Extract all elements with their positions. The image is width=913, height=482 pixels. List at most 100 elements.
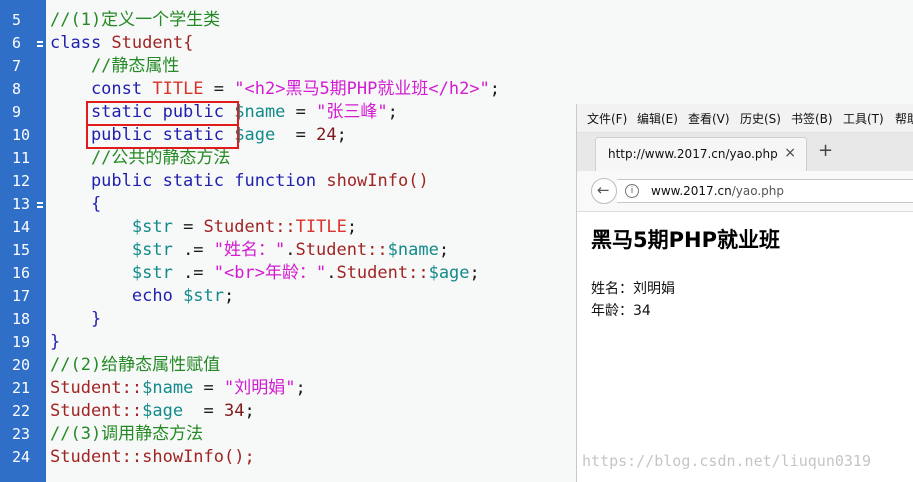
tab-title: http://www.2017.cn/yao.php (608, 147, 778, 161)
page-content: 黑马5期PHP就业班 姓名：刘明娟 年龄：34 (577, 212, 913, 482)
line-number: 18 (12, 310, 31, 328)
close-icon[interactable]: × (784, 145, 796, 161)
code-token: } (50, 332, 61, 352)
code-token: . (285, 240, 296, 260)
code-token: "<h2>黑马5期PHP就业班</h2>" (234, 79, 490, 99)
menu-item[interactable]: 历史(S) (740, 110, 781, 127)
code-token: $age (142, 401, 184, 421)
code-token: public static function (50, 171, 327, 191)
browser-tab[interactable]: http://www.2017.cn/yao.php × (595, 137, 807, 171)
code-line: //(2)给静态属性赋值 (50, 354, 220, 377)
browser-window: 文件(F) 编辑(E) 查看(V) 历史(S) 书签(B) 工具(T) 帮助 http://… (576, 104, 913, 482)
code-token: = (172, 217, 204, 237)
code-line: $str = Student::TITLE; (50, 216, 357, 239)
menu-item[interactable]: 书签(B) (791, 110, 833, 127)
code-token: Student:: (50, 378, 143, 398)
code-token: ; (346, 217, 358, 237)
code-token: $str (183, 286, 225, 306)
url-text: www.2017.cn/yao.php (651, 184, 784, 198)
code-token: "<br>年龄：" (213, 263, 327, 283)
new-tab-button[interactable]: + (818, 142, 833, 160)
line-number: 13 (0, 193, 46, 216)
code-token: Student:: (295, 240, 388, 260)
code-line: //(3)调用静态方法 (50, 423, 203, 446)
code-line: Student::$name = "刘明娟"; (50, 377, 306, 400)
code-token: Student:: (336, 263, 429, 283)
code-token: showInfo() (326, 171, 429, 191)
code-token: = (183, 401, 225, 421)
code-line: //静态属性 (50, 55, 179, 78)
line-number: 24 (12, 448, 31, 466)
code-token: ; (438, 240, 450, 260)
code-token: //(1)定义一个学生类 (50, 10, 221, 30)
menu-item[interactable]: 帮助 (895, 110, 913, 127)
line-number: 20 (12, 356, 31, 374)
code-token: = (275, 125, 317, 145)
code-token: Student{ (111, 33, 194, 53)
page-age-line: 年龄：34 (591, 303, 651, 319)
code-token: ; (387, 102, 398, 122)
line-number: 10 (12, 126, 31, 144)
page-heading: 黑马5期PHP就业班 (591, 228, 780, 252)
code-token: Student:: (50, 401, 143, 421)
address-bar[interactable]: i www.2017.cn/yao.php (617, 179, 913, 203)
menu-item[interactable]: 编辑(E) (637, 110, 678, 127)
code-token: $age (234, 125, 276, 145)
code-token: 24 (316, 125, 337, 145)
line-number: 17 (12, 287, 31, 305)
line-number: 16 (12, 264, 31, 282)
watermark: https://blog.csdn.net/liuqun0319 (582, 452, 871, 470)
menu-item[interactable]: 查看(V) (688, 110, 730, 127)
line-number-gutter: 5 6 7 8 9 10 11 12 13 14 15 16 17 18 19 20 21 22 23 24 (0, 0, 46, 482)
code-token: $name (142, 378, 194, 398)
code-line: //(1)定义一个学生类 (50, 9, 220, 32)
info-icon[interactable]: i (625, 184, 639, 198)
code-token: //(3)调用静态方法 (50, 424, 204, 444)
highlight-box-static-public (86, 101, 239, 126)
code-token: ; (489, 79, 501, 99)
code-line: { (50, 193, 101, 216)
line-number: 7 (12, 57, 22, 75)
code-token: $age (428, 263, 470, 283)
line-number: 11 (12, 149, 31, 167)
page-name-line: 姓名：刘明娟 (591, 281, 675, 297)
code-token: ; (224, 286, 235, 306)
code-token: .= (172, 263, 214, 283)
code-token: $name (387, 240, 439, 260)
code-token: //公共的静态方法 (50, 148, 231, 168)
line-number: 5 (12, 11, 22, 29)
code-line: const TITLE = "<h2>黑马5期PHP就业班</h2>"; (50, 78, 500, 101)
code-line: $str .= "姓名：".Student::$name; (50, 239, 449, 262)
back-button[interactable]: ← (591, 178, 617, 204)
browser-menubar: 文件(F) 编辑(E) 查看(V) 历史(S) 书签(B) 工具(T) 帮助 (577, 104, 913, 133)
code-token: Student:: (50, 447, 143, 467)
code-token: .= (172, 240, 214, 260)
code-line: class Student{ (50, 32, 193, 55)
code-token: "张三峰" (316, 102, 388, 122)
code-token: $name (234, 102, 286, 122)
code-line: public static function showInfo() (50, 170, 429, 193)
line-number: 12 (12, 172, 31, 190)
fold-marker-icon[interactable] (37, 41, 43, 47)
line-number: 19 (12, 333, 31, 351)
line-number: 22 (12, 402, 31, 420)
fold-marker-icon[interactable] (37, 202, 43, 208)
line-number: 8 (12, 80, 22, 98)
highlight-box-public-static (86, 124, 239, 149)
code-line: } (50, 308, 101, 331)
url-path: /yao.php (731, 184, 785, 198)
code-token: = (203, 79, 235, 99)
menu-item[interactable]: 文件(F) (587, 110, 627, 127)
code-token: 34 (224, 401, 245, 421)
code-token: ; (469, 263, 480, 283)
line-number: 15 (12, 241, 31, 259)
url-host: www.2017.cn (651, 184, 732, 198)
line-number: 6 (0, 32, 46, 55)
line-number: 14 (12, 218, 31, 236)
code-token: "刘明娟" (224, 378, 296, 398)
browser-navbar: ← i www.2017.cn/yao.php (577, 171, 913, 212)
line-number: 21 (12, 379, 31, 397)
code-token: TITLE (152, 79, 204, 99)
menu-item[interactable]: 工具(T) (843, 110, 884, 127)
code-token: //(2)给静态属性赋值 (50, 355, 221, 375)
